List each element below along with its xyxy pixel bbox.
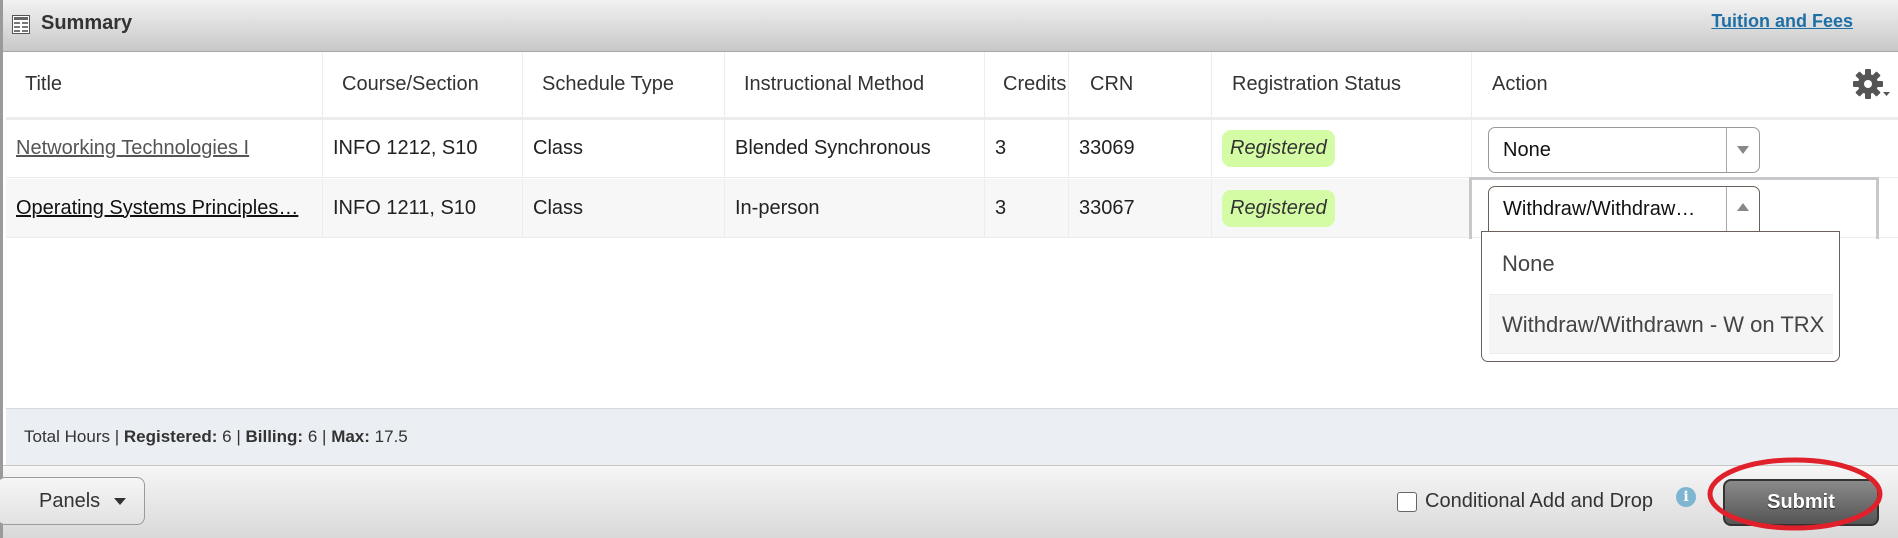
chevron-down-icon (1737, 146, 1749, 154)
column-header-schedule-type[interactable]: Schedule Type (523, 52, 725, 117)
registered-hours: 6 (222, 427, 232, 446)
billing-hours: 6 (307, 427, 318, 446)
caret-down-icon (114, 498, 126, 505)
credits: 3 (985, 120, 1069, 177)
course-section: INFO 1211, S10 (323, 179, 523, 237)
column-header-instructional-method[interactable]: Instructional Method (725, 52, 985, 117)
panel-title: Summary (41, 12, 133, 34)
gear-icon[interactable] (1853, 68, 1891, 102)
schedule-type: Class (523, 179, 725, 237)
instructional-method: Blended Synchronous (725, 120, 985, 177)
crn: 33067 (1069, 179, 1212, 237)
panels-button[interactable]: Panels (0, 477, 145, 525)
focus-ring (1469, 177, 1879, 239)
course-title-link[interactable]: Networking Technologies I (16, 137, 249, 160)
max-hours: 17.5 (374, 427, 408, 446)
status-badge: Registered (1222, 130, 1335, 167)
dropdown-option-none[interactable]: None (1489, 234, 1833, 294)
course-section: INFO 1212, S10 (323, 120, 523, 177)
conditional-add-drop-checkbox[interactable] (1397, 491, 1417, 512)
instructional-method: In-person (725, 179, 985, 237)
dropdown-option-withdraw[interactable]: Withdraw/Withdrawn - W on TRX (1489, 294, 1833, 354)
schedule-type: Class (523, 120, 725, 177)
course-title-link[interactable]: Operating Systems Principles… (16, 197, 298, 220)
column-header-crn[interactable]: CRN (1069, 52, 1212, 117)
column-header-action: Action (1492, 73, 1548, 95)
column-header-registration-status[interactable]: Registration Status (1212, 52, 1472, 117)
tuition-and-fees-link[interactable]: Tuition and Fees (1711, 11, 1853, 32)
credits: 3 (985, 179, 1069, 237)
action-dropdown-menu: None Withdraw/Withdrawn - W on TRX (1481, 231, 1840, 362)
column-header-title[interactable]: Title (6, 52, 323, 117)
total-hours-bar: Total Hours | Registered: 6 | Billing: 6… (6, 408, 1898, 465)
summary-table-icon (12, 15, 30, 34)
column-header-credits[interactable]: Credits (985, 52, 1069, 117)
submit-button[interactable]: Submit (1723, 479, 1879, 526)
column-header-course-section[interactable]: Course/Section (323, 52, 523, 117)
conditional-add-drop-label[interactable]: Conditional Add and Drop (1425, 490, 1653, 513)
status-badge: Registered (1222, 189, 1335, 227)
table-row: Networking Technologies I INFO 1212, S10… (6, 120, 1898, 178)
action-select-value: None (1503, 139, 1551, 161)
summary-panel: Summary Tuition and Fees Title Course/Se… (0, 0, 1898, 538)
bottom-toolbar: Panels Conditional Add and Drop i Submit (0, 465, 1898, 538)
crn: 33069 (1069, 120, 1212, 177)
action-select[interactable]: None (1488, 127, 1760, 173)
table-header-row: Title Course/Section Schedule Type Instr… (6, 52, 1898, 120)
summary-header: Summary Tuition and Fees (3, 0, 1898, 52)
info-icon[interactable]: i (1676, 487, 1696, 507)
